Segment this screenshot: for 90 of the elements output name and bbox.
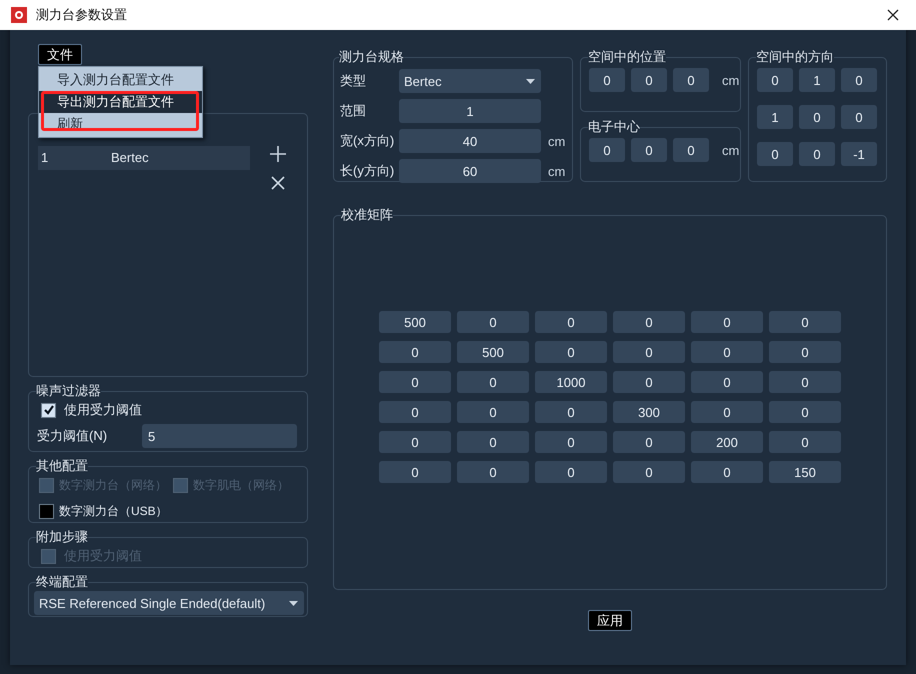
input-field[interactable]: 0 (457, 311, 529, 333)
input-field[interactable]: 0 (379, 371, 451, 393)
input-field[interactable]: 300 (613, 401, 685, 423)
group-title: 空间中的位置 (588, 48, 666, 66)
input-field[interactable]: 0 (589, 138, 625, 162)
unit-label: cm (722, 72, 740, 88)
input-field[interactable]: 60 (399, 159, 541, 183)
group-title: 空间中的方向 (756, 48, 834, 66)
input-field[interactable]: 0 (613, 461, 685, 483)
plus-icon[interactable] (270, 146, 286, 162)
unit-label: cm (548, 164, 566, 178)
input-field[interactable]: 0 (589, 68, 625, 92)
table-cell-text: Bertec (111, 149, 150, 167)
caret-icon[interactable] (526, 78, 535, 84)
input-field[interactable]: 0 (757, 142, 793, 166)
input-field[interactable]: 500 (379, 311, 451, 333)
field-label: 长(y方向) (340, 162, 396, 180)
input-field[interactable]: 0 (379, 461, 451, 483)
input-field[interactable]: 0 (673, 68, 709, 92)
input-field[interactable]: 0 (535, 461, 607, 483)
group-title: 附加步骤 (36, 528, 88, 546)
unit-label: cm (722, 142, 740, 158)
checkbox-label: 数字测力台（USB） (59, 502, 168, 520)
input-field[interactable]: 0 (691, 341, 763, 363)
field-label: 范围 (340, 102, 367, 120)
input-field[interactable]: 0 (769, 311, 841, 333)
input-field[interactable]: 0 (799, 105, 835, 129)
input-field[interactable]: 40 (399, 129, 541, 153)
input-field[interactable]: 0 (769, 401, 841, 423)
input-field[interactable]: 0 (457, 401, 529, 423)
input-field[interactable]: 1 (799, 68, 835, 92)
input-field[interactable]: 0 (757, 68, 793, 92)
menu-item[interactable]: 导入测力台配置文件 (39, 69, 202, 91)
input-field[interactable]: 0 (691, 401, 763, 423)
input-field[interactable]: 0 (613, 341, 685, 363)
input-field[interactable]: 0 (691, 371, 763, 393)
input-field[interactable]: 0 (631, 68, 667, 92)
file-menu-button[interactable]: 文件 (38, 44, 82, 65)
input-field[interactable]: 0 (691, 461, 763, 483)
input-field[interactable]: 0 (457, 461, 529, 483)
input-field[interactable]: 500 (457, 341, 529, 363)
dropdown[interactable]: RSE Referenced Single Ended(default) (34, 591, 304, 615)
app-logo-icon[interactable] (10, 6, 28, 24)
input-field[interactable]: 0 (769, 341, 841, 363)
input-field[interactable]: 1000 (535, 371, 607, 393)
input-field[interactable]: 0 (613, 371, 685, 393)
unit-label: cm (548, 134, 566, 148)
group-title: 终端配置 (36, 573, 88, 591)
input-field[interactable]: 0 (769, 431, 841, 453)
input-field[interactable]: 0 (535, 341, 607, 363)
input-field[interactable]: 0 (769, 371, 841, 393)
group-title: 校准矩阵 (341, 206, 393, 224)
input-field[interactable]: 0 (841, 68, 877, 92)
input-field[interactable]: 0 (841, 105, 877, 129)
dropdown[interactable]: Bertec (399, 69, 541, 93)
input-field[interactable]: 5 (142, 424, 297, 448)
input-field[interactable]: 0 (673, 138, 709, 162)
input-field[interactable]: 0 (379, 401, 451, 423)
input-field[interactable]: 200 (691, 431, 763, 453)
close-icon[interactable] (886, 8, 900, 22)
checkbox-label: 使用受力阈值 (64, 401, 142, 419)
input-field[interactable]: 0 (535, 311, 607, 333)
field-label: 宽(x方向) (340, 132, 396, 150)
input-field[interactable]: 0 (535, 401, 607, 423)
input-field[interactable]: 0 (799, 142, 835, 166)
field-label: 受力阈值(N) (37, 427, 108, 445)
input-field[interactable]: 0 (457, 431, 529, 453)
caret-icon[interactable] (289, 600, 298, 606)
input-field[interactable]: 0 (691, 311, 763, 333)
group-title: 其他配置 (36, 457, 88, 475)
input-field[interactable]: 0 (379, 431, 451, 453)
input-field[interactable]: 1 (399, 99, 541, 123)
apply-button[interactable]: 应用 (588, 610, 632, 631)
input-field[interactable]: 150 (769, 461, 841, 483)
input-field[interactable]: -1 (841, 142, 877, 166)
input-field[interactable]: 0 (379, 341, 451, 363)
list-row[interactable]: 1 Bertec (38, 146, 250, 170)
input-field[interactable]: 1 (757, 105, 793, 129)
group-title: 测力台规格 (339, 48, 404, 66)
group-title: 电子中心 (588, 118, 640, 136)
table-cell-text: 1 (40, 149, 50, 167)
input-field[interactable]: 0 (457, 371, 529, 393)
input-field[interactable]: 0 (535, 431, 607, 453)
group-title: 噪声过滤器 (36, 382, 101, 400)
input-field[interactable]: 0 (613, 431, 685, 453)
field-label: 类型 (340, 72, 367, 90)
window-title: 测力台参数设置 (36, 6, 128, 24)
input-field[interactable]: 0 (631, 138, 667, 162)
checkbox[interactable] (39, 504, 54, 518)
input-field[interactable]: 0 (613, 311, 685, 333)
